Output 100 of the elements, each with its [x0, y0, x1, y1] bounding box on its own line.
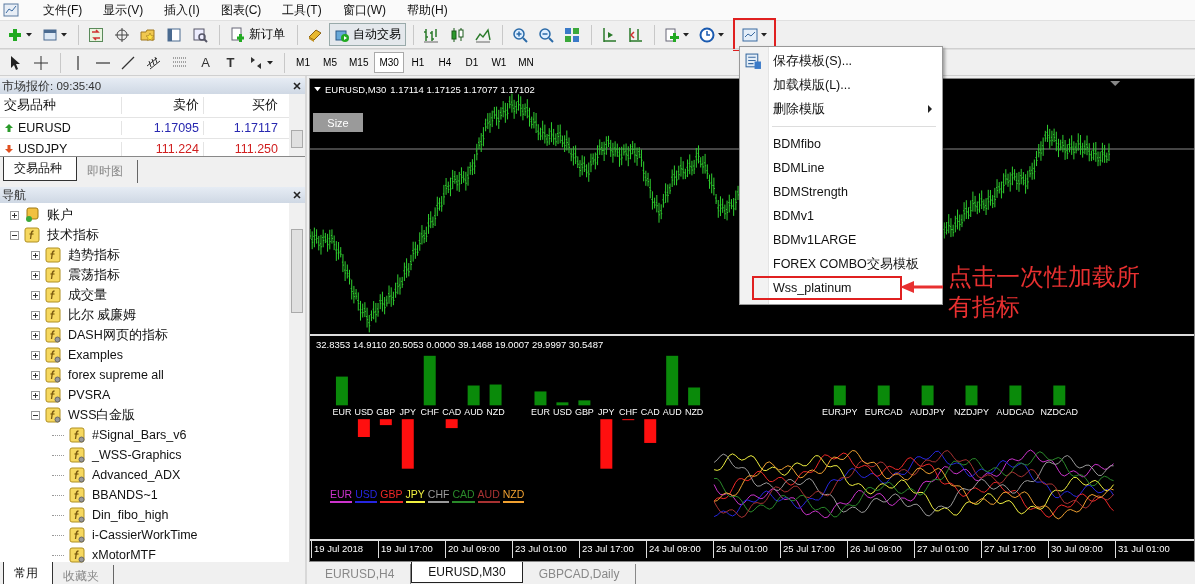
menu-item[interactable]: 窗口(W)	[332, 1, 397, 19]
menu-item[interactable]: FOREX COMBO交易模板	[740, 252, 942, 276]
tree-item[interactable]: #Signal_Bars_v6	[90, 428, 187, 442]
folder-star-icon	[140, 26, 156, 43]
currency-label: CAD	[442, 407, 462, 418]
scrollbar[interactable]	[289, 94, 305, 156]
menu-item[interactable]: 保存模板(S)...	[740, 49, 942, 73]
tree-item[interactable]: 成交量	[66, 286, 107, 304]
tree-item[interactable]: PVSRA	[66, 388, 111, 402]
expander-icon[interactable]	[31, 290, 40, 300]
tree-item[interactable]: BBANDS~1	[90, 488, 158, 502]
channel-icon	[146, 54, 162, 71]
timeframe-button[interactable]: M5	[317, 52, 343, 73]
chart-tab[interactable]: EURUSD,M30	[411, 562, 523, 583]
tree-item[interactable]: _WSS-Graphics	[90, 448, 182, 462]
tree-item[interactable]: WSS白金版	[66, 406, 136, 424]
tree-item[interactable]: xMotorMTF	[90, 548, 156, 562]
menu-item[interactable]: BDMStrength	[740, 180, 942, 204]
menu-item[interactable]: BDMv1LARGE	[740, 228, 942, 252]
menu-item[interactable]: Wss_platinum	[752, 276, 902, 300]
time-axis-label: 31 Jul 01:00	[1115, 541, 1182, 558]
timeframe-button[interactable]: MN	[512, 52, 539, 73]
text-tool-button[interactable]: A	[194, 51, 217, 74]
currency-label: GBP	[574, 407, 594, 418]
currency-label: AUD	[662, 407, 682, 418]
timeframe-button[interactable]: D1	[458, 52, 485, 73]
tree-item[interactable]: i-CassierWorkTime	[90, 528, 198, 542]
data-window-icon	[88, 26, 104, 43]
tree-item[interactable]: 技术指标	[45, 226, 99, 244]
pair-bar	[965, 385, 978, 406]
caret-icon	[61, 32, 67, 37]
tree-item[interactable]: 比尔 威廉姆	[66, 306, 137, 324]
expander-icon[interactable]	[31, 310, 40, 320]
expander-icon[interactable]	[31, 390, 40, 400]
currency-label: NZD	[684, 407, 704, 418]
tree-item[interactable]: 账户	[45, 206, 73, 224]
time-axis-label: 24 Jul 09:00	[646, 541, 713, 558]
column-header[interactable]: 卖价	[122, 97, 204, 114]
column-header[interactable]: 交易品种	[0, 97, 122, 114]
currency-label: CHF	[619, 407, 638, 418]
caret-icon	[26, 32, 32, 37]
menu-item[interactable]: 图表(C)	[210, 1, 273, 19]
tree-item[interactable]: Din_fibo_high	[90, 508, 169, 522]
menu-item[interactable]: 加载模版(L)...	[740, 73, 942, 97]
new-order-button[interactable]: 新订单	[225, 23, 290, 46]
pair-label: AUDCAD	[996, 407, 1035, 418]
time-axis-label: 23 Jul 17:00	[579, 541, 646, 558]
expander-icon[interactable]	[31, 350, 40, 360]
strength-bar	[423, 355, 436, 406]
expander-icon[interactable]	[31, 370, 40, 380]
shift-marker-icon[interactable]	[1110, 81, 1121, 86]
timeframe-button[interactable]: M15	[344, 52, 374, 73]
menu-item[interactable]: 插入(I)	[154, 1, 211, 19]
menu-item[interactable]: BDMLine	[740, 156, 942, 180]
tree-item[interactable]: DASH网页的指标	[66, 326, 168, 344]
menu-item[interactable]: 帮助(H)	[397, 1, 459, 19]
expander-icon[interactable]	[10, 230, 19, 240]
menu-label: BDMv1	[773, 209, 814, 223]
panel-tab[interactable]: 常用	[3, 562, 53, 584]
auto-scroll-icon	[601, 26, 617, 43]
tree-item[interactable]: 趋势指标	[66, 246, 120, 264]
timeframe-button[interactable]: H4	[431, 52, 458, 73]
expander-icon[interactable]	[10, 210, 19, 220]
pair-label: EURCAD	[864, 407, 903, 418]
menu-item[interactable]: 工具(T)	[272, 1, 333, 19]
symbol-cell[interactable]: EURUSD	[0, 121, 122, 135]
scrollbar[interactable]	[289, 203, 305, 562]
timeframe-button[interactable]: M30	[374, 52, 404, 73]
timeframe-button[interactable]: W1	[485, 52, 512, 73]
expander-icon[interactable]	[31, 330, 40, 340]
menu-label: 删除模版	[773, 100, 825, 118]
tree-item[interactable]: Advanced_ADX	[90, 468, 181, 482]
menu-item[interactable]: BDMv1	[740, 204, 942, 228]
menu-item[interactable]: 文件(F)	[33, 1, 94, 19]
close-icon[interactable]	[293, 191, 301, 199]
panel-tab[interactable]: 交易品种	[3, 157, 77, 181]
symbol-cell[interactable]: USDJPY	[0, 142, 122, 156]
timeframe-button[interactable]: M1	[290, 52, 316, 73]
menu-label: 加载模版(L)...	[773, 76, 851, 94]
menu-item[interactable]: 删除模版	[740, 97, 942, 121]
tree-item[interactable]: forex supreme all	[66, 368, 164, 382]
currency-label: NZD	[486, 407, 505, 418]
column-header[interactable]: 买价	[204, 97, 282, 114]
auto-trading-button[interactable]: 自动交易	[329, 23, 406, 46]
tree-item[interactable]: 震荡指标	[66, 266, 120, 284]
tree-item[interactable]: Examples	[66, 348, 123, 362]
menu-item[interactable]: BDMfibo	[740, 132, 942, 156]
close-icon[interactable]	[293, 82, 301, 90]
timeframe-button[interactable]: H1	[404, 52, 431, 73]
expander-icon[interactable]	[31, 250, 40, 260]
currency-label: JPY	[399, 407, 416, 418]
text-label-tool-button[interactable]: T	[219, 51, 242, 74]
expander-icon[interactable]	[31, 410, 40, 420]
expander-icon[interactable]	[31, 270, 40, 280]
menu-item[interactable]: 显示(V)	[93, 1, 155, 19]
tile-windows-icon	[564, 26, 580, 43]
legend-label: JPY	[405, 488, 425, 503]
legend-label: CAD	[452, 488, 475, 503]
collapse-triangle-icon[interactable]	[314, 87, 321, 92]
indicator-folder-icon	[45, 347, 61, 363]
